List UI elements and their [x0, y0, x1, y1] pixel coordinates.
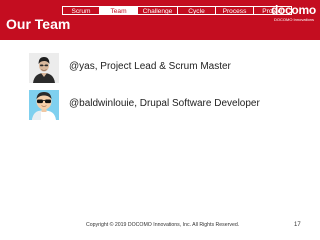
member-name-role: @baldwinlouie, Drupal Software Developer — [69, 98, 260, 109]
team-member: @baldwinlouie, Drupal Software Developer — [29, 90, 319, 120]
cartoon-avatar-sunglasses-icon — [29, 90, 59, 120]
photo-avatar-icon — [29, 53, 59, 83]
logo-tagline: DOCOMO Innovations — [274, 17, 315, 22]
nav-item-cycle[interactable]: Cycle — [178, 6, 216, 15]
nav-item-process[interactable]: Process — [216, 6, 254, 15]
nav-item-scrum[interactable]: Scrum — [62, 6, 100, 15]
team-member: @yas, Project Lead & Scrum Master — [29, 53, 319, 83]
section-nav: Scrum Team Challenge Cycle Process Proje… — [62, 6, 292, 15]
footer-copyright: Copyright © 2019 DOCOMO Innovations, Inc… — [86, 222, 240, 228]
member-name-role: @yas, Project Lead & Scrum Master — [69, 61, 231, 72]
page-number: 17 — [294, 222, 301, 228]
docomo-logo: docomo DOCOMO Innovations — [271, 4, 317, 24]
logo-wordmark: docomo — [271, 3, 316, 17]
page-title: Our Team — [6, 16, 71, 32]
nav-item-team[interactable]: Team — [100, 6, 138, 15]
nav-item-challenge[interactable]: Challenge — [138, 6, 178, 15]
